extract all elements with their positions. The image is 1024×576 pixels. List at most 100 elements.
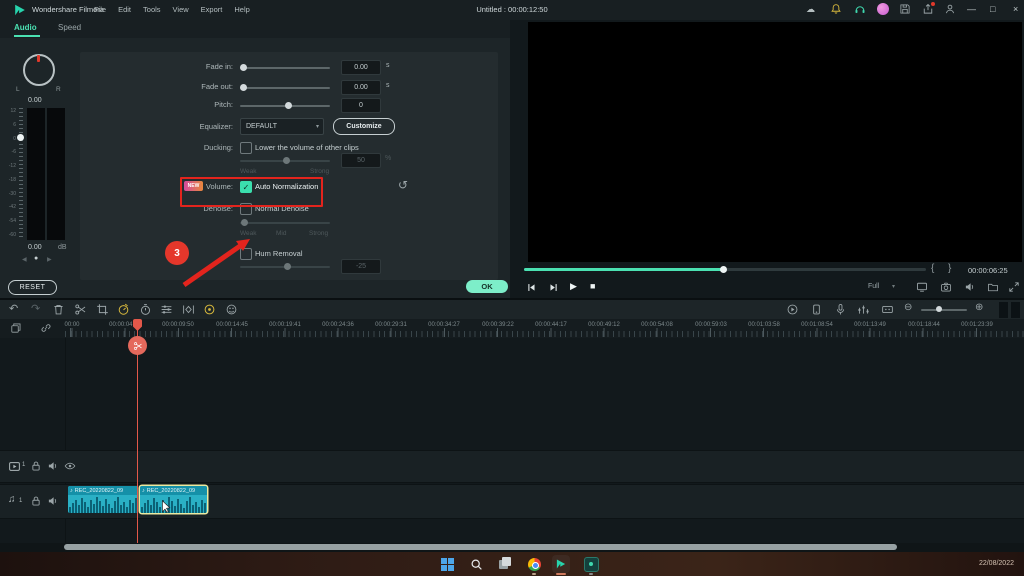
audio-clip-1[interactable]: ♪REC_20220822_09 — [68, 486, 138, 513]
preview-progress-track[interactable] — [524, 268, 926, 271]
export-frame-icon[interactable] — [987, 281, 999, 293]
recorder-app-icon[interactable] — [582, 555, 600, 573]
task-view-icon[interactable] — [496, 555, 514, 573]
timeline-ruler[interactable]: 00:00 00:00:04:55 00:00:09:50 00:00:14:4… — [0, 319, 1024, 338]
pitch-slider[interactable] — [240, 105, 330, 107]
audio-track-mute-icon[interactable] — [47, 495, 59, 507]
cloud-icon[interactable]: ☁ — [806, 4, 815, 15]
duration-timer-icon[interactable] — [139, 303, 152, 316]
timeline-zoom-slider[interactable] — [921, 309, 967, 311]
stop-button[interactable]: ■ — [590, 281, 595, 291]
mark-out-icon[interactable]: } — [948, 263, 951, 274]
support-headset-icon[interactable] — [854, 3, 866, 15]
motion-tracking-icon[interactable] — [203, 303, 216, 316]
fade-in-slider[interactable] — [240, 67, 330, 69]
clip-waveform — [140, 495, 207, 513]
panel-layout-toggle[interactable] — [1011, 302, 1020, 318]
chevron-down-icon: ▾ — [316, 123, 319, 130]
hum-removal-value[interactable]: -25 — [341, 259, 381, 274]
tab-speed[interactable]: Speed — [58, 23, 81, 32]
fade-out-slider[interactable] — [240, 87, 330, 89]
fit-timeline-toggle[interactable] — [999, 302, 1008, 318]
reset-volume-icon[interactable]: ↺ — [398, 178, 408, 192]
video-track-lock-icon[interactable] — [30, 460, 42, 472]
mark-in-icon[interactable]: { — [931, 263, 934, 274]
render-preview-icon[interactable] — [786, 303, 799, 316]
undo-icon[interactable]: ↶ — [9, 302, 18, 315]
fade-out-value[interactable]: 0.00 — [341, 80, 381, 95]
video-track-mute-icon[interactable] — [47, 460, 59, 472]
volume-fader-handle[interactable] — [17, 134, 24, 141]
delete-icon[interactable] — [52, 303, 65, 316]
balance-knob[interactable] — [23, 54, 55, 86]
chrome-icon[interactable] — [525, 555, 543, 573]
customize-button[interactable]: Customize — [333, 118, 395, 135]
video-track-visibility-icon[interactable] — [64, 460, 76, 472]
pitch-value[interactable]: 0 — [341, 98, 381, 113]
taskbar-search-icon[interactable] — [467, 555, 485, 573]
timeline-track-area[interactable]: 1 ♫ 1 ♪REC_20220822_09 ♪REC_20220822_09 — [0, 338, 1024, 543]
account-icon[interactable] — [944, 3, 956, 15]
filmora-taskbar-icon[interactable] — [552, 555, 570, 573]
marker-icon[interactable] — [881, 303, 894, 316]
mute-speaker-icon[interactable] — [964, 281, 976, 293]
maximize-button[interactable]: □ — [983, 4, 1002, 14]
preview-progress-handle[interactable] — [720, 266, 727, 273]
notifications-bell-icon[interactable] — [830, 3, 842, 15]
tab-audio[interactable]: Audio — [14, 23, 37, 32]
auto-ripple-link-icon[interactable] — [40, 322, 52, 334]
ok-button[interactable]: OK — [466, 280, 508, 293]
zoom-in-icon[interactable]: ⊕ — [975, 302, 983, 313]
save-icon[interactable] — [899, 3, 911, 15]
ducking-value[interactable]: 50 — [341, 153, 381, 168]
previous-frame-icon[interactable] — [526, 282, 537, 293]
color-adjust-icon[interactable] — [160, 303, 173, 316]
menu-export[interactable]: Export — [195, 5, 229, 14]
start-button[interactable] — [438, 555, 456, 573]
playhead-split-scissors-button[interactable] — [128, 336, 147, 355]
manage-tracks-icon[interactable] — [10, 322, 22, 334]
user-avatar[interactable] — [877, 3, 889, 15]
recorder-running-dot — [589, 573, 593, 575]
fade-in-value[interactable]: 0.00 — [341, 60, 381, 75]
menu-file[interactable]: File — [88, 5, 112, 14]
menu-edit[interactable]: Edit — [112, 5, 137, 14]
audio-mixer-icon[interactable] — [857, 303, 870, 316]
timeline-hscrollbar[interactable] — [0, 543, 1024, 552]
keyframe-add-icon[interactable]: ● — [34, 255, 38, 262]
phone-mirror-icon[interactable] — [810, 303, 823, 316]
voiceover-mic-icon[interactable] — [834, 303, 847, 316]
ducking-checkbox[interactable] — [240, 142, 252, 154]
video-track-lane[interactable]: 1 — [0, 450, 1024, 483]
keyframe-next-icon[interactable]: ▶ — [47, 256, 52, 263]
audio-track-lock-icon[interactable] — [30, 495, 42, 507]
menu-help[interactable]: Help — [228, 5, 255, 14]
next-frame-icon[interactable] — [548, 282, 559, 293]
reset-button[interactable]: RESET — [8, 280, 57, 295]
menu-view[interactable]: View — [167, 5, 195, 14]
zoom-out-icon[interactable]: ⊖ — [904, 302, 912, 313]
close-button[interactable]: × — [1006, 4, 1024, 14]
keyframe-icon[interactable] — [182, 303, 195, 316]
preview-zoom-select[interactable]: Full — [868, 283, 879, 290]
equalizer-select[interactable]: DEFAULT ▾ — [240, 118, 324, 135]
meter-scale: 1260 -6-12-18 -30-42-54 -60 — [2, 108, 16, 238]
hscrollbar-thumb[interactable] — [64, 544, 897, 550]
snapshot-camera-icon[interactable] — [940, 281, 952, 293]
clip-name: REC_20220822_09 — [75, 488, 123, 494]
crop-icon[interactable] — [96, 303, 109, 316]
export-icon[interactable] — [922, 3, 934, 15]
ducking-slider[interactable] — [240, 160, 330, 162]
split-scissors-icon[interactable] — [74, 303, 87, 316]
play-button[interactable]: ▶ — [570, 281, 577, 292]
redo-icon[interactable]: ↷ — [31, 302, 40, 315]
speed-ramping-icon[interactable] — [117, 303, 130, 316]
audio-clip-2-selected[interactable]: ♪REC_20220822_09 — [140, 486, 207, 513]
keyframe-prev-icon[interactable]: ◀ — [22, 256, 27, 263]
second-monitor-icon[interactable] — [916, 281, 928, 293]
menu-tools[interactable]: Tools — [137, 5, 167, 14]
minimize-button[interactable]: — — [960, 4, 983, 14]
fullscreen-icon[interactable] — [1008, 281, 1020, 293]
chroma-key-icon[interactable] — [225, 303, 238, 316]
volume-fader-track[interactable] — [19, 108, 23, 240]
